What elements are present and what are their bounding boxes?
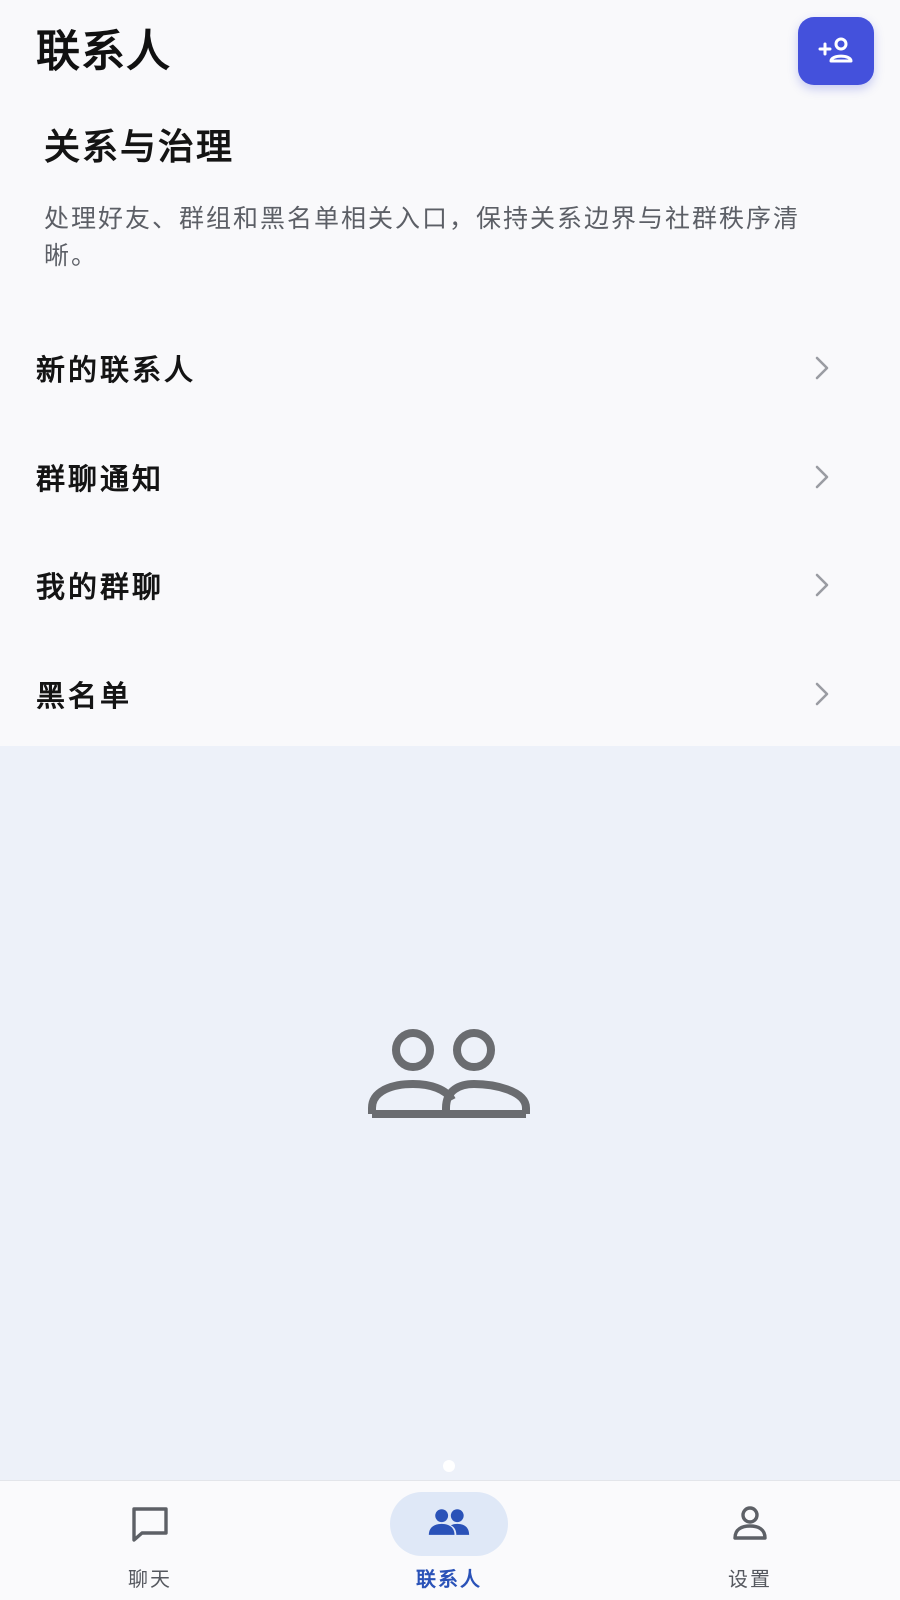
chevron-right-icon <box>815 573 829 597</box>
section-title: 关系与治理 <box>44 127 235 168</box>
nav-label: 聊天 <box>128 1567 172 1591</box>
menu-item-new-contacts[interactable]: 新的联系人 <box>0 314 900 423</box>
empty-state-area <box>0 746 900 1480</box>
contacts-menu: 新的联系人 群聊通知 我的群聊 黑名单 <box>0 314 900 748</box>
chevron-right-icon <box>815 682 829 706</box>
people-icon <box>368 1029 530 1118</box>
nav-tab-settings[interactable]: 设置 <box>650 1481 850 1600</box>
add-person-icon <box>818 37 853 63</box>
menu-item-group-notifications[interactable]: 群聊通知 <box>0 423 900 532</box>
bottom-navigation: 聊天 联系人 设置 <box>0 1480 900 1600</box>
page-title: 联系人 <box>36 26 171 77</box>
chevron-right-icon <box>815 465 829 489</box>
menu-item-label: 黑名单 <box>36 678 133 713</box>
person-icon <box>728 1503 772 1543</box>
chevron-right-icon <box>815 356 829 380</box>
menu-item-blacklist[interactable]: 黑名单 <box>0 640 900 749</box>
people-icon <box>427 1503 471 1543</box>
menu-item-label: 我的群聊 <box>36 570 165 605</box>
contacts-screen: 联系人 关系与治理 处理好友、群组和黑名单相关入口，保持关系边界与社群秩序清晰。… <box>0 0 900 1600</box>
section-description: 处理好友、群组和黑名单相关入口，保持关系边界与社群秩序清晰。 <box>44 204 801 270</box>
menu-item-my-groups[interactable]: 我的群聊 <box>0 531 900 640</box>
menu-item-label: 群聊通知 <box>36 461 165 496</box>
nav-tab-chats[interactable]: 聊天 <box>50 1481 250 1600</box>
menu-item-label: 新的联系人 <box>36 353 197 388</box>
page-indicator-dot <box>443 1460 455 1472</box>
chat-bubble-icon <box>128 1503 172 1543</box>
nav-tab-contacts[interactable]: 联系人 <box>349 1481 549 1600</box>
nav-label: 联系人 <box>416 1567 482 1591</box>
add-contact-button[interactable] <box>798 17 874 85</box>
nav-label: 设置 <box>728 1567 772 1591</box>
app-header: 联系人 <box>0 0 900 102</box>
